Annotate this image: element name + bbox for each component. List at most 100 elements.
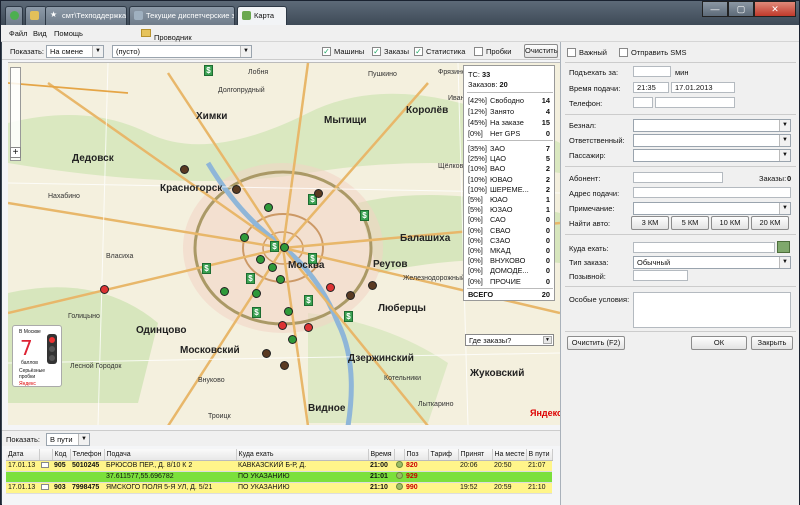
find-5km-button[interactable]: 5 КМ xyxy=(671,216,709,230)
tab-dispatch[interactable]: Текущие диспетчерские зая xyxy=(129,6,235,25)
pickup-address-input[interactable] xyxy=(633,187,791,198)
car-marker-busy[interactable] xyxy=(180,165,189,174)
car-marker-free[interactable]: $ xyxy=(246,273,255,284)
tab-support[interactable]: ★ смт\Техподдержка xyxy=(45,6,127,25)
stats-checkbox[interactable]: ✓ xyxy=(414,47,423,56)
map-pick-icon[interactable] xyxy=(777,241,790,253)
column-header[interactable] xyxy=(394,449,405,461)
car-marker-green[interactable] xyxy=(288,335,297,344)
column-header[interactable]: Код xyxy=(52,449,71,461)
table-row[interactable]: 37.611577,55.696782 ПО УКАЗАНИЮ 21:01 929 xyxy=(6,471,552,483)
car-marker-busy[interactable] xyxy=(368,281,377,290)
column-header[interactable] xyxy=(39,449,53,461)
car-marker-busy[interactable] xyxy=(314,189,323,198)
column-header[interactable]: Куда ехать xyxy=(236,449,369,461)
clear-form-button[interactable]: Очистить (F2) xyxy=(567,336,625,350)
close-button[interactable]: ✕ xyxy=(754,1,796,17)
callsign-input[interactable] xyxy=(633,270,688,281)
tab-folder[interactable] xyxy=(25,6,47,25)
important-checkbox[interactable] xyxy=(567,48,576,57)
car-marker-free[interactable]: $ xyxy=(204,65,213,76)
car-marker-busy[interactable] xyxy=(280,361,289,370)
car-marker-free[interactable]: $ xyxy=(344,311,353,322)
map-label: Фрязино xyxy=(438,69,466,76)
car-marker-green[interactable] xyxy=(276,275,285,284)
car-marker-green[interactable] xyxy=(220,287,229,296)
car-marker-green[interactable] xyxy=(252,289,261,298)
zoom-in-button[interactable]: + xyxy=(10,147,21,158)
column-header[interactable]: Принят xyxy=(458,449,493,461)
jams-checkbox[interactable] xyxy=(474,47,483,56)
menu-view[interactable]: Вид xyxy=(33,29,47,38)
order-type-select[interactable]: Обычный ▼ xyxy=(633,256,791,269)
cashless-select[interactable]: ▼ xyxy=(633,119,791,132)
explorer-button[interactable]: Проводник xyxy=(141,29,192,42)
car-marker-red[interactable] xyxy=(278,321,287,330)
passenger-select[interactable]: ▼ xyxy=(633,149,791,162)
tab-map[interactable]: Карта xyxy=(237,6,287,26)
column-header[interactable]: Подача xyxy=(104,449,237,461)
car-marker-green[interactable] xyxy=(264,203,273,212)
find-10km-button[interactable]: 10 КМ xyxy=(711,216,749,230)
phone-prefix-input[interactable] xyxy=(633,97,653,108)
pickup-time-input[interactable]: 21:35 xyxy=(633,82,669,93)
find-20km-button[interactable]: 20 КМ xyxy=(751,216,789,230)
car-marker-red[interactable] xyxy=(100,285,109,294)
stat-district-row: [0%] СВАО 0 xyxy=(468,226,552,235)
column-header[interactable]: Дата xyxy=(6,449,40,461)
destination-input[interactable] xyxy=(633,242,775,253)
filter-select-value: (пусто) xyxy=(116,47,140,56)
cars-checkbox[interactable]: ✓ xyxy=(322,47,331,56)
car-marker-free[interactable]: $ xyxy=(308,253,317,264)
column-header[interactable]: На месте xyxy=(492,449,527,461)
car-marker-free[interactable]: $ xyxy=(304,295,313,306)
car-marker-green[interactable] xyxy=(256,255,265,264)
column-header[interactable]: Поз xyxy=(404,449,429,461)
stat-status-row: [0%] Нет GPS 0 xyxy=(468,129,552,138)
car-marker-green[interactable] xyxy=(240,233,249,242)
column-header[interactable]: Телефон xyxy=(70,449,105,461)
car-marker-busy[interactable] xyxy=(262,349,271,358)
filter-select[interactable]: (пусто) ▼ xyxy=(112,45,252,58)
find-3km-button[interactable]: 3 КМ xyxy=(631,216,669,230)
tab-home[interactable] xyxy=(5,6,23,25)
traffic-widget[interactable]: В Москве 7 баллов Серьёзные пробки Яндек… xyxy=(12,325,62,387)
car-marker-busy[interactable] xyxy=(346,291,355,300)
map[interactable]: Москва Химки Долгопрудный Мытищи Королёв… xyxy=(8,62,560,425)
orders-checkbox[interactable]: ✓ xyxy=(372,47,381,56)
car-marker-green[interactable] xyxy=(280,243,289,252)
table-row[interactable]: 17.01.13 905 5010245 БРЮСОВ ПЕР., Д. 8/10 К… xyxy=(6,460,552,472)
car-marker-free[interactable]: $ xyxy=(270,241,279,252)
clear-map-button[interactable]: Очистить xyxy=(524,44,558,58)
show-select[interactable]: На смене ▼ xyxy=(46,45,104,58)
car-marker-green[interactable] xyxy=(268,263,277,272)
maximize-button[interactable]: ▢ xyxy=(728,1,754,17)
arrive-in-input[interactable] xyxy=(633,66,671,77)
phone-input[interactable] xyxy=(655,97,735,108)
send-sms-checkbox[interactable] xyxy=(619,48,628,57)
menu-file[interactable]: Файл xyxy=(9,29,27,38)
car-marker-free[interactable]: $ xyxy=(360,210,369,221)
table-row[interactable]: 17.01.13 903 7998475 ЯМСКОГО ПОЛЯ 5-Я УЛ, Д… xyxy=(6,482,552,494)
car-marker-red[interactable] xyxy=(304,323,313,332)
special-conditions-input[interactable] xyxy=(633,292,791,328)
minimize-button[interactable]: — xyxy=(702,1,728,17)
column-header[interactable]: Время xyxy=(368,449,395,461)
where-orders-select[interactable]: Где заказы? ▼ xyxy=(465,334,554,346)
pickup-date-input[interactable]: 17.01.2013 xyxy=(671,82,735,93)
column-header[interactable]: В пути xyxy=(526,449,553,461)
orders-show-select[interactable]: В пути ▼ xyxy=(46,433,90,446)
car-marker-free[interactable]: $ xyxy=(252,307,261,318)
car-marker-free[interactable]: $ xyxy=(202,263,211,274)
menu-help[interactable]: Помощь xyxy=(54,29,83,38)
responsible-select[interactable]: ▼ xyxy=(633,134,791,147)
ok-button[interactable]: ОК xyxy=(691,336,747,350)
subscriber-input[interactable] xyxy=(633,172,723,183)
car-marker-red[interactable] xyxy=(326,283,335,292)
column-header[interactable]: Тариф xyxy=(428,449,459,461)
stat-value: 14 xyxy=(541,96,550,105)
note-select[interactable]: ▼ xyxy=(633,202,791,215)
car-marker-busy[interactable] xyxy=(232,185,241,194)
car-marker-green[interactable] xyxy=(284,307,293,316)
close-form-button[interactable]: Закрыть xyxy=(751,336,793,350)
